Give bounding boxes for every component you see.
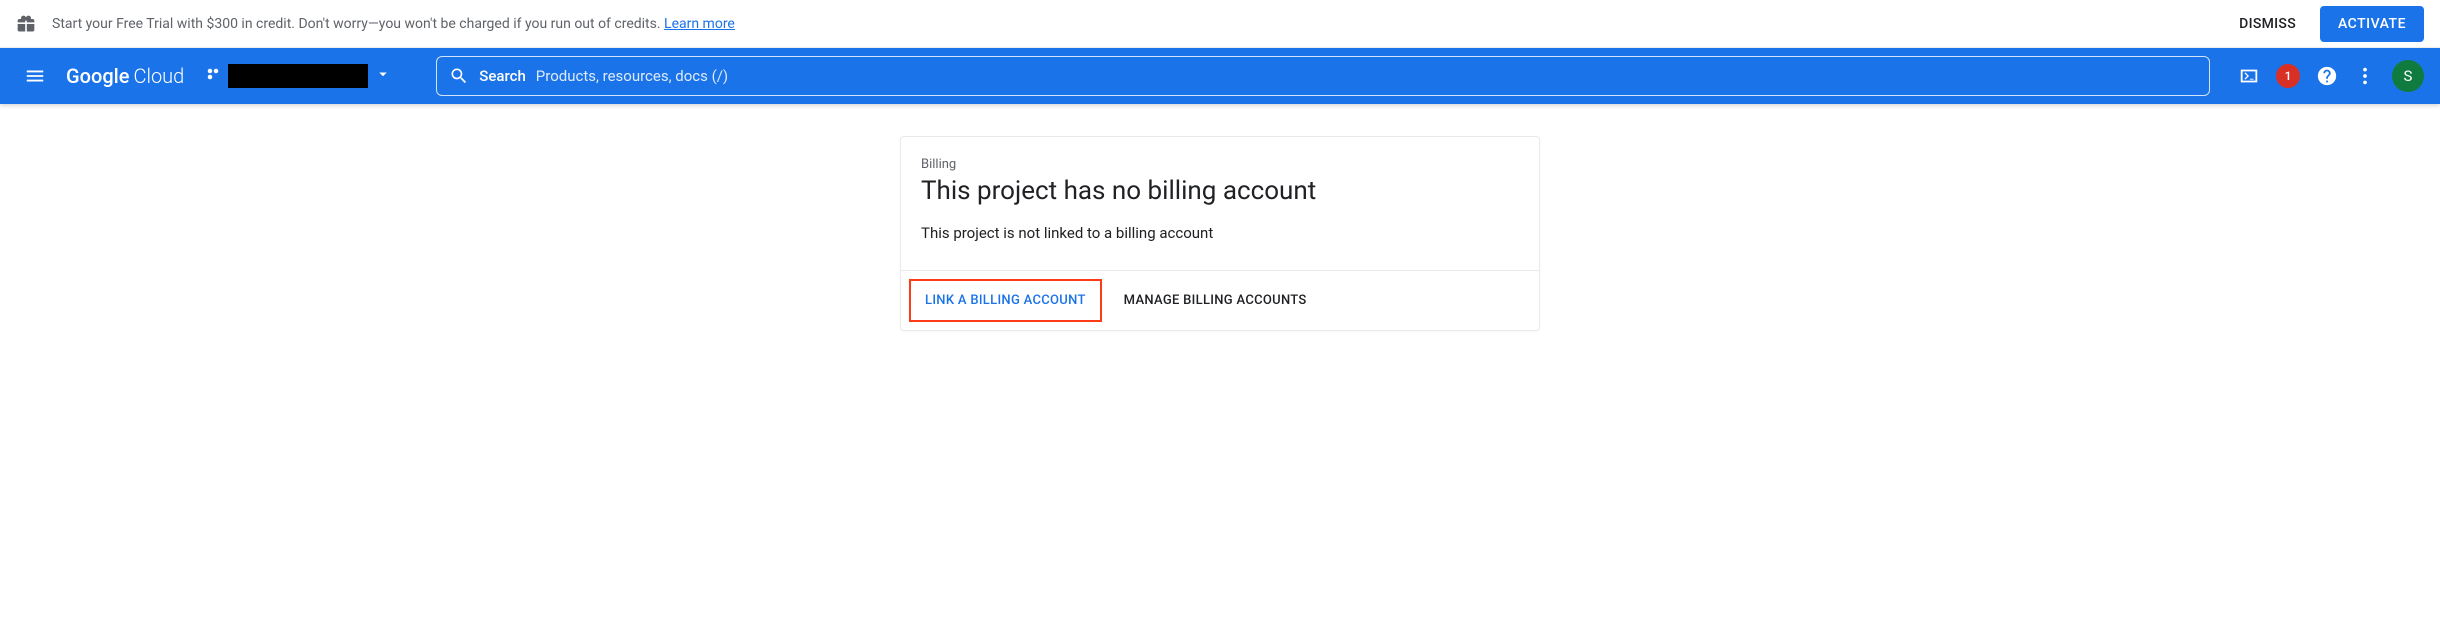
trial-banner: Start your Free Trial with $300 in credi… [0, 0, 2440, 48]
breadcrumb: Billing [921, 157, 1519, 172]
card-actions: LINK A BILLING ACCOUNT MANAGE BILLING AC… [901, 270, 1539, 330]
card-body: Billing This project has no billing acco… [901, 137, 1539, 270]
project-selector[interactable] [196, 60, 400, 92]
logo-part1: Google [66, 64, 129, 88]
search-label: Search [479, 67, 526, 85]
gift-icon [16, 14, 36, 34]
card-description: This project is not linked to a billing … [921, 224, 1519, 242]
learn-more-link[interactable]: Learn more [664, 16, 735, 32]
page-title: This project has no billing account [921, 176, 1519, 206]
header-bar: Google Cloud Search Products, resources,… [0, 48, 2440, 104]
notifications-badge[interactable]: 1 [2276, 64, 2300, 88]
banner-actions: DISMISS ACTIVATE [2227, 6, 2424, 42]
chevron-down-icon [374, 65, 392, 87]
avatar[interactable]: S [2392, 60, 2424, 92]
more-icon[interactable] [2354, 65, 2376, 87]
project-name [228, 64, 368, 88]
logo-part2: Cloud [133, 64, 184, 88]
help-icon[interactable] [2316, 65, 2338, 87]
manage-billing-accounts-button[interactable]: MANAGE BILLING ACCOUNTS [1110, 279, 1321, 322]
activate-button[interactable]: ACTIVATE [2320, 6, 2424, 42]
menu-icon[interactable] [16, 57, 54, 95]
header-actions: 1 S [2238, 60, 2424, 92]
project-icon [204, 65, 222, 87]
search-input[interactable]: Search Products, resources, docs (/) [436, 56, 2210, 96]
banner-text: Start your Free Trial with $300 in credi… [52, 16, 2227, 32]
search-placeholder: Products, resources, docs (/) [536, 67, 728, 85]
google-cloud-logo[interactable]: Google Cloud [66, 64, 184, 88]
billing-card: Billing This project has no billing acco… [900, 136, 1540, 331]
cloud-shell-icon[interactable] [2238, 65, 2260, 87]
search-icon [449, 66, 469, 86]
main-content: Billing This project has no billing acco… [0, 104, 2440, 331]
banner-message: Start your Free Trial with $300 in credi… [52, 16, 664, 32]
dismiss-button[interactable]: DISMISS [2227, 8, 2308, 40]
link-billing-account-button[interactable]: LINK A BILLING ACCOUNT [909, 279, 1102, 322]
